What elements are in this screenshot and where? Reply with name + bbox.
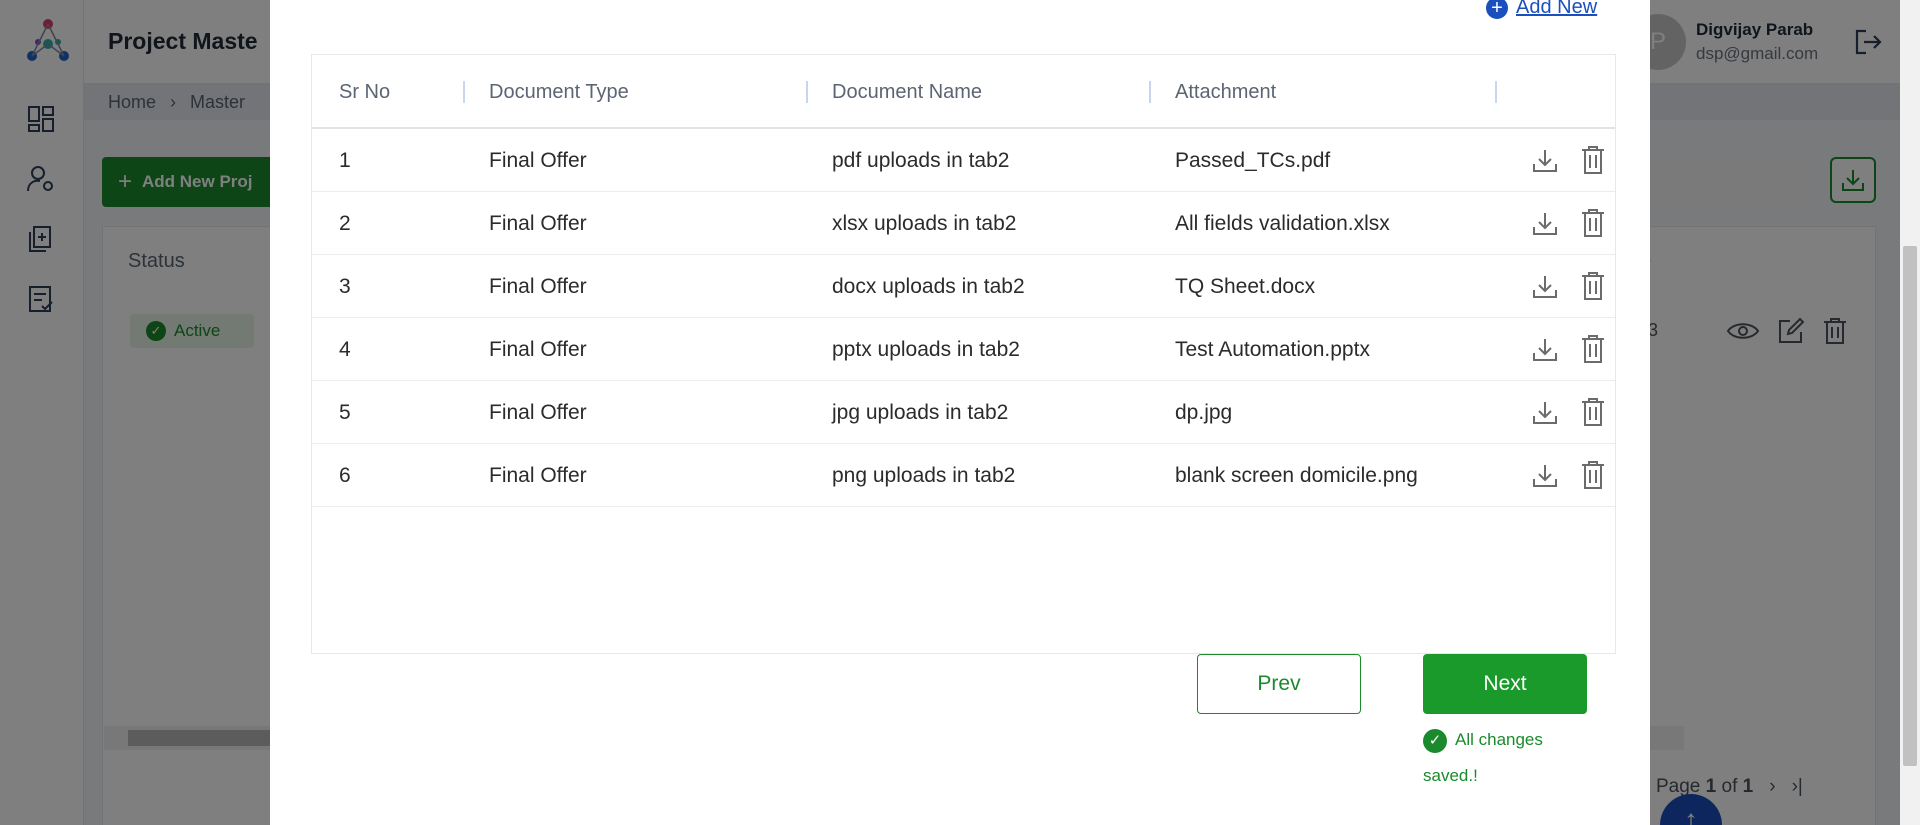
column-header-document-type: Document Type bbox=[489, 81, 629, 103]
cell-document-type: Final Offer bbox=[489, 275, 587, 298]
delete-document-button[interactable] bbox=[1578, 333, 1608, 365]
cell-attachment: blank screen domicile.png bbox=[1175, 464, 1418, 487]
table-row: 2 Final Offer xlsx uploads in tab2 All fiel… bbox=[312, 192, 1615, 255]
cell-document-name: xlsx uploads in tab2 bbox=[832, 212, 1017, 235]
download-attachment-button[interactable] bbox=[1530, 396, 1560, 428]
download-icon bbox=[1533, 276, 1557, 298]
prev-button[interactable]: Prev bbox=[1197, 654, 1361, 714]
documents-modal: + Add New Sr No Document Type Document N… bbox=[270, 0, 1650, 825]
table-row: 3 Final Offer docx uploads in tab2 TQ Sheet… bbox=[312, 255, 1615, 318]
cell-attachment: TQ Sheet.docx bbox=[1175, 275, 1316, 298]
cell-document-type: Final Offer bbox=[489, 212, 587, 235]
trash-icon bbox=[1582, 335, 1604, 363]
download-attachment-button[interactable] bbox=[1530, 270, 1560, 302]
save-status: ✓ All changes saved.! bbox=[1423, 722, 1593, 794]
vertical-scrollbar[interactable] bbox=[1900, 0, 1920, 825]
cell-document-type: Final Offer bbox=[489, 464, 587, 487]
download-attachment-button[interactable] bbox=[1530, 459, 1560, 491]
trash-icon bbox=[1582, 461, 1604, 489]
download-attachment-button[interactable] bbox=[1530, 207, 1560, 239]
delete-document-button[interactable] bbox=[1578, 207, 1608, 239]
download-icon bbox=[1533, 150, 1557, 172]
column-header-attachment: Attachment bbox=[1175, 81, 1277, 103]
download-icon bbox=[1533, 465, 1557, 487]
download-icon bbox=[1533, 402, 1557, 424]
column-resize-handle[interactable] bbox=[1149, 81, 1151, 103]
cell-sr-no: 4 bbox=[339, 338, 351, 361]
cell-document-name: docx uploads in tab2 bbox=[832, 275, 1025, 298]
cell-document-type: Final Offer bbox=[489, 338, 587, 361]
column-resize-handle[interactable] bbox=[1495, 81, 1497, 103]
trash-icon bbox=[1582, 209, 1604, 237]
cell-attachment: Test Automation.pptx bbox=[1175, 338, 1370, 361]
trash-icon bbox=[1582, 146, 1604, 174]
cell-document-name: png uploads in tab2 bbox=[832, 464, 1016, 487]
add-circle-icon: + bbox=[1486, 0, 1508, 19]
trash-icon bbox=[1582, 398, 1604, 426]
column-header-document-name: Document Name bbox=[832, 81, 983, 103]
trash-icon bbox=[1582, 272, 1604, 300]
vertical-scroll-thumb[interactable] bbox=[1903, 246, 1917, 766]
add-new-link[interactable]: + Add New bbox=[1486, 0, 1597, 19]
cell-sr-no: 3 bbox=[339, 275, 351, 298]
cell-attachment: dp.jpg bbox=[1175, 401, 1233, 424]
check-circle-icon: ✓ bbox=[1423, 728, 1447, 753]
next-button[interactable]: Next bbox=[1423, 654, 1587, 714]
download-attachment-button[interactable] bbox=[1530, 333, 1560, 365]
delete-document-button[interactable] bbox=[1578, 459, 1608, 491]
cell-document-name: pptx uploads in tab2 bbox=[832, 338, 1020, 361]
cell-sr-no: 2 bbox=[339, 212, 351, 235]
cell-sr-no: 1 bbox=[339, 149, 351, 172]
delete-document-button[interactable] bbox=[1578, 270, 1608, 302]
download-attachment-button[interactable] bbox=[1530, 144, 1560, 176]
download-icon bbox=[1533, 213, 1557, 235]
delete-document-button[interactable] bbox=[1578, 144, 1608, 176]
delete-document-button[interactable] bbox=[1578, 396, 1608, 428]
cell-document-type: Final Offer bbox=[489, 401, 587, 424]
column-resize-handle[interactable] bbox=[806, 81, 808, 103]
cell-document-name: jpg uploads in tab2 bbox=[832, 401, 1009, 424]
documents-table: Sr No Document Type Document Name Attach… bbox=[311, 54, 1616, 654]
cell-document-type: Final Offer bbox=[489, 149, 587, 172]
download-icon bbox=[1533, 339, 1557, 361]
table-row: 6 Final Offer png uploads in tab2 blank scr… bbox=[312, 444, 1615, 507]
table-row: 4 Final Offer pptx uploads in tab2 Test Aut… bbox=[312, 318, 1615, 381]
table-row: 5 Final Offer jpg uploads in tab2 dp.jpg bbox=[312, 381, 1615, 444]
column-resize-handle[interactable] bbox=[463, 81, 465, 103]
column-header-sr-no: Sr No bbox=[339, 81, 391, 103]
add-new-label: Add New bbox=[1516, 0, 1598, 18]
cell-attachment: All fields validation.xlsx bbox=[1175, 212, 1390, 235]
cell-sr-no: 6 bbox=[339, 464, 351, 487]
cell-document-name: pdf uploads in tab2 bbox=[832, 149, 1010, 172]
cell-sr-no: 5 bbox=[339, 401, 351, 424]
table-header: Sr No Document Type Document Name Attach… bbox=[312, 55, 1615, 129]
table-row: 1 Final Offer pdf uploads in tab2 Passed_TC… bbox=[312, 129, 1615, 192]
cell-attachment: Passed_TCs.pdf bbox=[1175, 149, 1331, 172]
